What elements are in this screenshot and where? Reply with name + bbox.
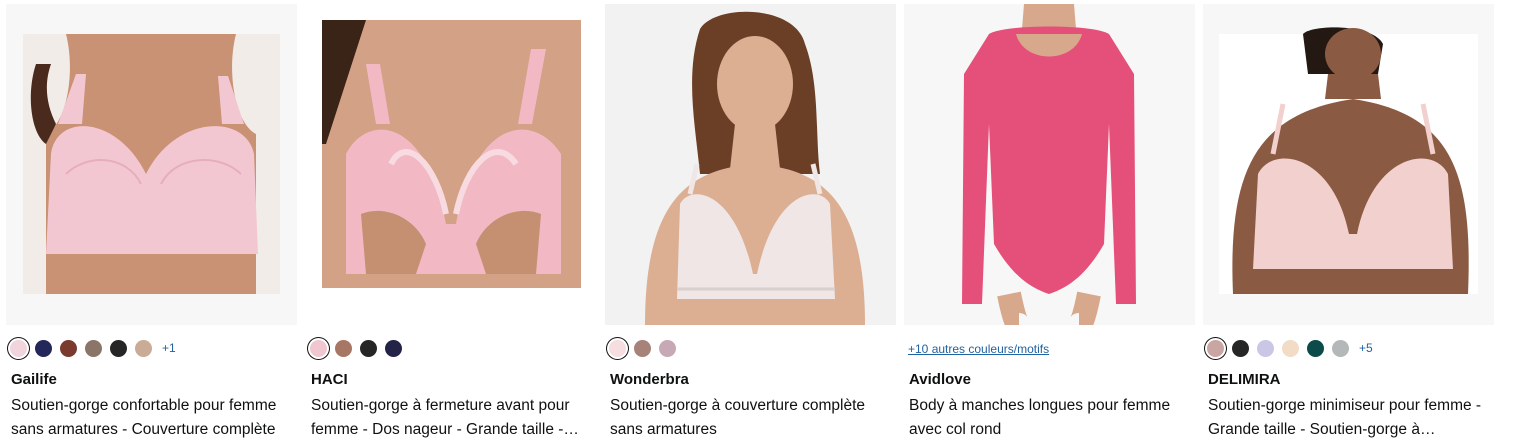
product-card[interactable]: +5 DELIMIRA Soutien-gorge minimiseur pou… <box>1203 4 1494 442</box>
product-image[interactable] <box>904 4 1195 325</box>
color-swatch[interactable] <box>310 339 327 357</box>
product-title[interactable]: Body à manches longues pour femme avec c… <box>909 394 1192 442</box>
product-card[interactable]: Wonderbra Soutien-gorge à couverture com… <box>605 4 896 442</box>
product-image[interactable] <box>1203 4 1494 325</box>
color-swatch[interactable] <box>1257 339 1274 357</box>
color-swatch[interactable] <box>35 339 52 357</box>
product-image[interactable] <box>605 4 896 325</box>
product-brand: Gailife <box>11 371 57 388</box>
more-colors-link[interactable]: +1 <box>162 341 176 355</box>
product-card[interactable]: +10 autres couleurs/motifs Avidlove Body… <box>904 4 1195 442</box>
product-title[interactable]: Soutien-gorge à couverture complète sans… <box>610 394 893 442</box>
color-swatch[interactable] <box>385 339 402 357</box>
color-swatch[interactable] <box>1282 339 1299 357</box>
color-swatch[interactable] <box>634 339 651 357</box>
product-brand: DELIMIRA <box>1208 371 1281 388</box>
product-photo <box>322 20 581 288</box>
product-brand: Avidlove <box>909 371 971 388</box>
color-swatch[interactable] <box>1207 339 1224 357</box>
product-title[interactable]: Soutien-gorge minimiseur pour femme - Gr… <box>1208 394 1491 442</box>
product-image[interactable] <box>6 4 297 325</box>
product-brand: Wonderbra <box>610 371 689 388</box>
color-swatch[interactable] <box>360 339 377 357</box>
product-title[interactable]: Soutien-gorge confortable pour femme san… <box>11 394 294 442</box>
product-grid: +1 Gailife Soutien-gorge confortable pou… <box>6 4 1500 442</box>
color-swatches <box>310 337 402 359</box>
product-title[interactable]: Soutien-gorge à fermeture avant pour fem… <box>311 394 594 442</box>
product-card[interactable]: +1 Gailife Soutien-gorge confortable pou… <box>6 4 297 442</box>
product-photo <box>645 11 865 325</box>
product-photo <box>1219 27 1478 294</box>
color-swatch[interactable] <box>60 339 77 357</box>
color-swatches: +1 <box>10 337 176 359</box>
product-image[interactable] <box>306 4 597 325</box>
product-photo <box>962 4 1136 325</box>
color-swatch[interactable] <box>110 339 127 357</box>
more-colors-link[interactable]: +5 <box>1359 341 1373 355</box>
color-swatch[interactable] <box>1332 339 1349 357</box>
color-swatch[interactable] <box>10 339 27 357</box>
color-swatch[interactable] <box>1232 339 1249 357</box>
color-swatch[interactable] <box>659 339 676 357</box>
color-swatch[interactable] <box>85 339 102 357</box>
product-brand: HACI <box>311 371 348 388</box>
product-photo <box>23 34 280 294</box>
color-swatch[interactable] <box>135 339 152 357</box>
color-swatch[interactable] <box>609 339 626 357</box>
color-swatch[interactable] <box>1307 339 1324 357</box>
color-swatches: +5 <box>1207 337 1373 359</box>
product-card[interactable]: HACI Soutien-gorge à fermeture avant pou… <box>306 4 597 442</box>
color-swatch[interactable] <box>335 339 352 357</box>
color-swatches <box>609 337 676 359</box>
more-colors-link[interactable]: +10 autres couleurs/motifs <box>908 342 1049 356</box>
